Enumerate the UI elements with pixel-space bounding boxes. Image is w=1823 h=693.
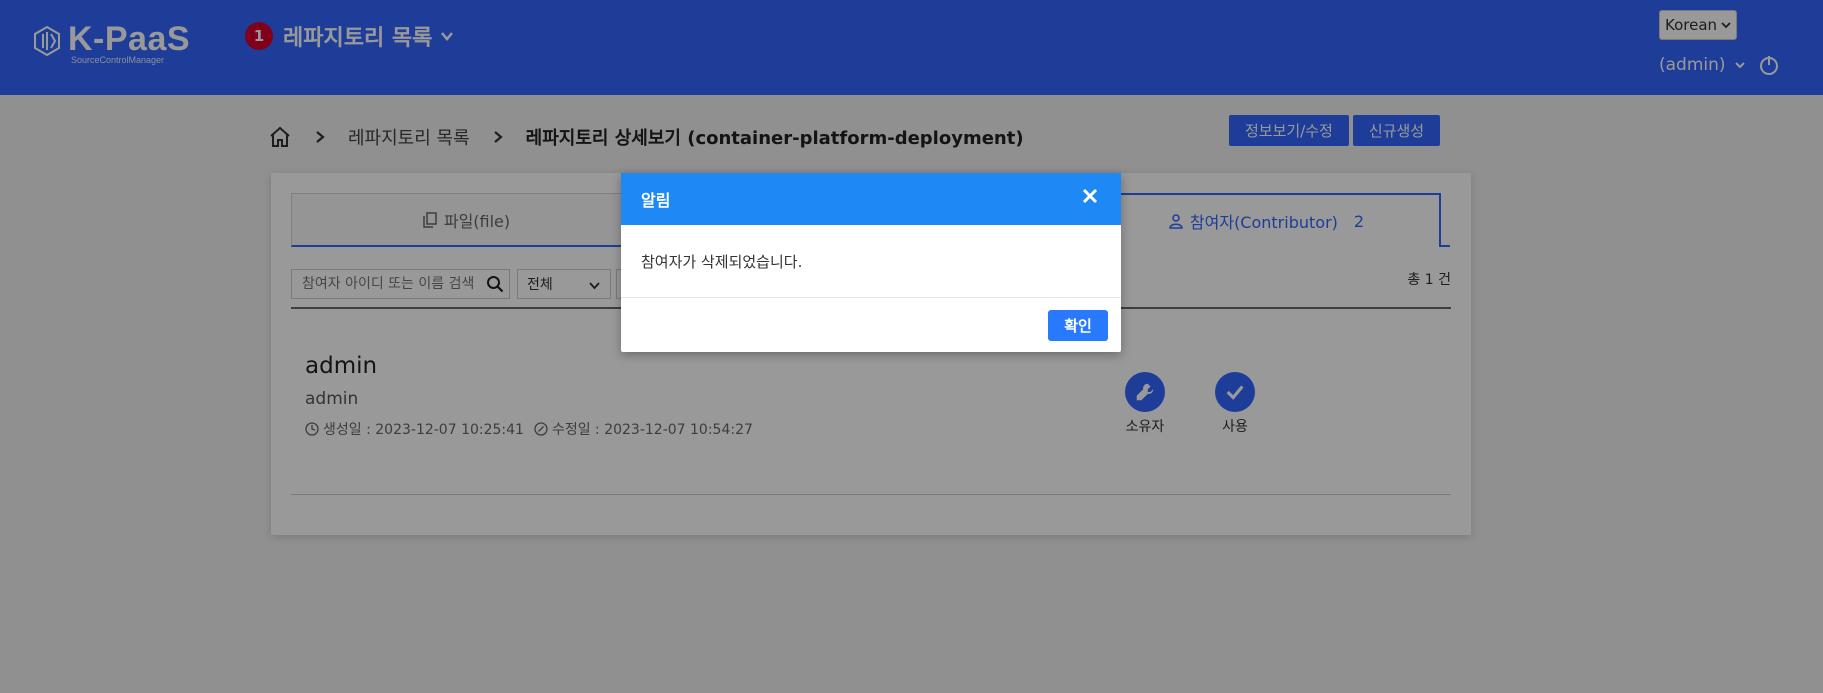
- alert-dialog-footer: 확인: [621, 298, 1121, 352]
- alert-dialog-header: 알림: [621, 173, 1121, 225]
- alert-dialog-title: 알림: [641, 191, 671, 210]
- alert-dialog: 알림 참여자가 삭제되었습니다. 확인: [621, 173, 1121, 352]
- alert-dialog-message: 참여자가 삭제되었습니다.: [641, 252, 803, 271]
- confirm-button[interactable]: 확인: [1048, 310, 1108, 341]
- alert-dialog-body: 참여자가 삭제되었습니다.: [621, 225, 1121, 298]
- close-icon[interactable]: [1081, 187, 1099, 205]
